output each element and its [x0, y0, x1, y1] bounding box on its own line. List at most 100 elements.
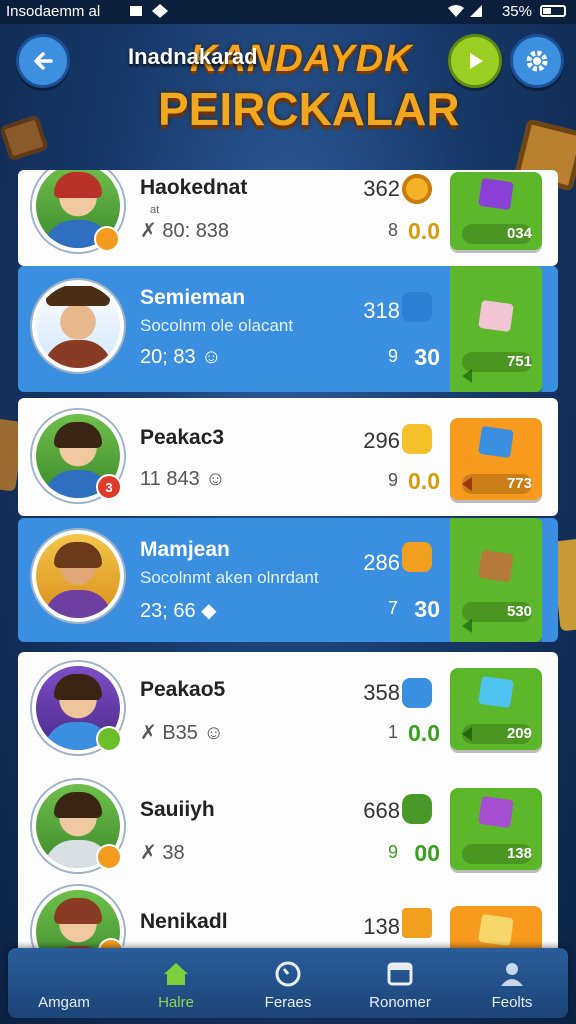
rank-badge: 3 [96, 474, 122, 500]
chest-icon [402, 908, 432, 938]
nav-label: Amgam [38, 994, 90, 1011]
gem-icon [478, 177, 514, 211]
bottom-nav: Amgam Halre Feraes Ronomer Feolts [8, 948, 568, 1018]
list-panel: Peakao5 ✗ B35 ☺ 358 1 0.0 209 Sauiiyh ✗ … [18, 652, 558, 952]
player-level: 7 [387, 598, 398, 618]
nav-item-home[interactable]: Halre [120, 948, 232, 1018]
player-stat: 20; 83 ☺ [140, 346, 222, 368]
signal-icon [448, 5, 482, 17]
reward-count: 209 [506, 725, 532, 742]
nav-item-ronomer[interactable]: Ronomer [344, 948, 456, 1018]
list-item[interactable]: Semieman Socolnm ole olacant 20; 83 ☺ 31… [18, 266, 558, 392]
group-icon [501, 963, 523, 986]
player-tag: at [150, 204, 160, 216]
rank-badge [96, 844, 122, 870]
player-value: 0.0 [408, 468, 440, 494]
player-value: 0.0 [408, 218, 440, 244]
player-score: 138 [363, 914, 400, 939]
reward-count: 034 [506, 225, 532, 242]
player-score: 286 [363, 550, 400, 575]
play-button[interactable] [448, 34, 502, 88]
reward-button[interactable]: 530 [450, 518, 542, 642]
nav-item-feolts[interactable]: Feolts [456, 948, 568, 1018]
rank-badge [94, 226, 120, 252]
player-stat: ✗ B35 ☺ [140, 722, 224, 744]
gem-icon [478, 425, 514, 459]
player-value: 00 [414, 840, 440, 866]
player-name[interactable]: Nenikadl [140, 910, 228, 934]
play-icon [470, 53, 483, 69]
reward-button[interactable]: 751 [450, 266, 542, 392]
reward-button[interactable]: 138 [450, 788, 542, 870]
reward-count: 751 [506, 353, 532, 370]
player-level: 9 [387, 842, 398, 862]
settings-button[interactable] [510, 34, 564, 88]
nav-label: Feolts [491, 994, 533, 1011]
home-icon [164, 963, 188, 985]
reward-count: 530 [506, 603, 532, 620]
coin-icon [402, 174, 432, 204]
clock-icon [275, 961, 301, 987]
turtle-icon [402, 794, 432, 824]
reward-button[interactable]: 209 [450, 668, 542, 750]
arrow-left-icon [34, 52, 53, 70]
list-item[interactable]: Mamjean Socolnmt aken olnrdant 23; 66 ◆ … [18, 518, 558, 642]
player-stat: 11 843 ☺ [140, 468, 226, 490]
player-name: Mamjean [140, 538, 230, 561]
player-name[interactable]: Sauiiyh [140, 798, 215, 822]
player-name: Peakac3 [140, 426, 225, 449]
header: KANDAYDK Inadnakarad PEIRCKALAR [0, 24, 576, 164]
reward-button[interactable]: 034 [450, 172, 542, 250]
player-stat: ✗ 80: 838 [140, 220, 230, 242]
player-score: 668 [363, 798, 400, 823]
player-name: Haokednat [140, 176, 248, 199]
gem-icon [478, 675, 514, 709]
gem-icon [478, 913, 514, 947]
settings-status-icon [152, 4, 168, 18]
gem-icon [478, 795, 514, 829]
avatar [32, 280, 124, 372]
reward-button[interactable]: 773 [450, 418, 542, 500]
avatar [32, 530, 124, 622]
window-icon [387, 962, 413, 986]
back-button[interactable] [16, 34, 70, 88]
player-value: 30 [414, 596, 440, 622]
list-item[interactable]: 3 Peakac3 11 843 ☺ 296 9 0.0 773 [18, 398, 558, 516]
player-score: 362 [363, 176, 400, 201]
player-level: 9 [387, 470, 398, 490]
nav-item-amgam[interactable]: Amgam [8, 948, 120, 1018]
reward-count: 138 [506, 845, 532, 862]
character-icon [402, 542, 432, 572]
nav-item-feraes[interactable]: Feraes [232, 948, 344, 1018]
nav-label: Feraes [264, 994, 312, 1011]
player-value: 30 [414, 344, 440, 370]
reward-button[interactable] [450, 906, 542, 952]
logo-line2: PEIRCKALAR [158, 83, 460, 135]
rank-badge [96, 726, 122, 752]
player-score: 296 [363, 428, 400, 453]
player-level: 9 [387, 346, 398, 366]
player-level: 8 [387, 220, 398, 240]
notification-icon [130, 6, 142, 16]
list-item[interactable]: Haokednat at ✗ 80: 838 362 8 0.0 034 [18, 170, 558, 266]
nav-label: Ronomer [369, 994, 431, 1011]
character-icon [402, 424, 432, 454]
player-name: Semieman [140, 286, 246, 309]
battery-label: 35% [501, 3, 532, 20]
status-bar: Insodaemm al 35% [0, 0, 576, 24]
player-subtitle: Socolnmt aken olnrdant [140, 568, 319, 587]
player-stat: ✗ 38 [140, 842, 185, 864]
player-score: 358 [363, 680, 400, 705]
character-icon [402, 292, 432, 322]
crate-icon [478, 549, 514, 583]
gem-icon [402, 678, 432, 708]
player-level: 1 [387, 722, 398, 742]
carrier-label: Insodaemm al [6, 3, 101, 20]
player-stat: 23; 66 ◆ [140, 600, 217, 622]
reward-count: 773 [506, 475, 532, 492]
player-name[interactable]: Peakao5 [140, 678, 225, 702]
gear-icon [526, 50, 548, 72]
player-score: 318 [363, 298, 400, 323]
page-title: Inadnakarad [128, 44, 258, 69]
nav-label: Halre [158, 994, 194, 1011]
